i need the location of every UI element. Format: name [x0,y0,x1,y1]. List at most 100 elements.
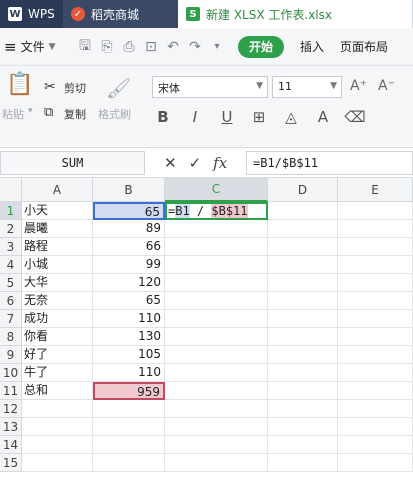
cell-a4[interactable]: 小城 [22,256,93,274]
column-header-a[interactable]: A [22,178,93,202]
cell-b3[interactable]: 66 [93,238,165,256]
cell-a3[interactable]: 路程 [22,238,93,256]
cell-c10[interactable] [165,364,268,382]
cell-b6[interactable]: 65 [93,292,165,310]
cell-c5[interactable] [165,274,268,292]
row-header-13[interactable]: 13 [0,418,22,436]
paste-icon[interactable]: 📋 [6,72,33,97]
cell-b7[interactable]: 110 [93,310,165,328]
cell-e6[interactable] [338,292,413,310]
cell-e14[interactable] [338,436,413,454]
tab-start[interactable]: 开始 [238,35,284,58]
row-header-14[interactable]: 14 [0,436,22,454]
column-header-b[interactable]: B [93,178,165,202]
cell-c7[interactable] [165,310,268,328]
cell-c4[interactable] [165,256,268,274]
cell-b14[interactable] [93,436,165,454]
cell-b12[interactable] [93,400,165,418]
cell-a6[interactable]: 无奈 [22,292,93,310]
row-header-7[interactable]: 7 [0,310,22,328]
cell-c8[interactable] [165,328,268,346]
cell-a12[interactable] [22,400,93,418]
cell-d9[interactable] [268,346,338,364]
cell-c3[interactable] [165,238,268,256]
cell-b15[interactable] [93,454,165,472]
cell-a15[interactable] [22,454,93,472]
tab-insert[interactable]: 插入 [300,38,324,55]
font-color-icon[interactable]: A [312,108,334,126]
cell-c9[interactable] [165,346,268,364]
cell-d12[interactable] [268,400,338,418]
cell-b13[interactable] [93,418,165,436]
tab-page-layout[interactable]: 页面布局 [340,38,388,55]
fill-color-icon[interactable]: ◬ [280,108,302,126]
row-header-1[interactable]: 1 [0,202,22,220]
fx-icon[interactable]: fx [213,154,227,172]
column-header-e[interactable]: E [338,178,413,202]
decrease-font-icon[interactable]: A⁻ [378,78,395,94]
cell-d4[interactable] [268,256,338,274]
row-header-11[interactable]: 11 [0,382,22,400]
cell-d14[interactable] [268,436,338,454]
cell-c14[interactable] [165,436,268,454]
row-header-10[interactable]: 10 [0,364,22,382]
tab-wps[interactable]: W WPS [0,0,63,28]
cell-a7[interactable]: 成功 [22,310,93,328]
scissors-icon[interactable]: ✂ [44,79,56,95]
copy-label[interactable]: 复制 [64,106,86,122]
clear-format-icon[interactable]: ⌫ [344,108,366,126]
row-header-6[interactable]: 6 [0,292,22,310]
format-painter-icon[interactable]: 🖌 [106,76,131,100]
column-header-d[interactable]: D [268,178,338,202]
cell-b1[interactable]: 65 [93,202,165,220]
italic-icon[interactable]: I [184,108,206,126]
select-all-corner[interactable] [0,178,22,202]
cell-b4[interactable]: 99 [93,256,165,274]
cell-c11[interactable] [165,382,268,400]
cell-a10[interactable]: 牛了 [22,364,93,382]
cell-e2[interactable] [338,220,413,238]
paste-label[interactable]: 粘贴 [2,106,24,122]
cell-d10[interactable] [268,364,338,382]
row-header-3[interactable]: 3 [0,238,22,256]
cell-e1[interactable] [338,202,413,220]
cell-e13[interactable] [338,418,413,436]
cell-c12[interactable] [165,400,268,418]
cell-b11[interactable]: 959 [93,382,165,400]
cell-c1-editing[interactable]: =B1 / $B$11 [165,202,268,220]
cell-a9[interactable]: 好了 [22,346,93,364]
row-header-4[interactable]: 4 [0,256,22,274]
cell-c15[interactable] [165,454,268,472]
format-painter-label[interactable]: 格式刷 [98,106,131,122]
row-header-9[interactable]: 9 [0,346,22,364]
tab-workbook[interactable]: S 新建 XLSX 工作表.xlsx [178,0,413,28]
cell-e4[interactable] [338,256,413,274]
more-icon[interactable]: ▾ [206,41,228,52]
cell-e9[interactable] [338,346,413,364]
cell-a13[interactable] [22,418,93,436]
cell-e15[interactable] [338,454,413,472]
cell-e7[interactable] [338,310,413,328]
cancel-icon[interactable]: ✕ [164,154,177,172]
cell-b9[interactable]: 105 [93,346,165,364]
save-icon[interactable]: 🖫 [74,35,96,59]
cell-d7[interactable] [268,310,338,328]
undo-icon[interactable]: ↶ [162,39,184,55]
cell-b5[interactable]: 120 [93,274,165,292]
cell-d6[interactable] [268,292,338,310]
cell-e10[interactable] [338,364,413,382]
cell-c2[interactable] [165,220,268,238]
font-name-select[interactable]: 宋体 ▼ [152,76,268,98]
cell-d3[interactable] [268,238,338,256]
cell-d8[interactable] [268,328,338,346]
export-icon[interactable]: ⎘ [96,39,118,55]
row-header-8[interactable]: 8 [0,328,22,346]
file-menu[interactable]: ≡ 文件 ▼ [0,38,74,56]
row-header-2[interactable]: 2 [0,220,22,238]
copy-icon[interactable]: ⧉ [44,105,53,120]
font-size-select[interactable]: 11 ▼ [272,76,342,98]
cell-a11[interactable]: 总和 [22,382,93,400]
border-icon[interactable]: ⊞ [248,108,270,126]
bold-icon[interactable]: B [152,108,174,126]
underline-icon[interactable]: U [216,108,238,126]
